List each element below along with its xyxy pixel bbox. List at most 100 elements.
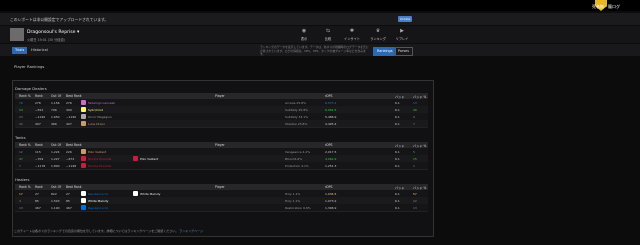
rdps-value: 6,062.5 (325, 108, 337, 112)
band-value: 6.1 (395, 108, 400, 112)
rdps-value: 5,486.9 (325, 115, 337, 119)
col-best-rank[interactable]: Best Rank (66, 185, 82, 189)
col-rank-pct[interactable]: Rank % (19, 94, 31, 98)
col-player[interactable]: Player (215, 94, 225, 98)
spec-share: Vengeance 4.2% (285, 150, 311, 154)
nav-rankings[interactable]: ♛ ランキング (366, 29, 390, 42)
col-rank: ~1190 (35, 115, 46, 119)
parses-button[interactable]: Parses (394, 47, 413, 56)
player-name[interactable]: Revulance mi (88, 192, 108, 196)
class-icon (133, 191, 138, 196)
table-row[interactable]: 13 467 1,190 467 Revulance mi Restoration 6.6… (15, 204, 428, 212)
player-name[interactable]: Orcor Magagion (88, 115, 112, 119)
rdps-value: 6,573.1 (325, 101, 337, 105)
nav-replay[interactable]: ▶ リプレイ (390, 28, 414, 42)
col-best-rank[interactable]: Best Rank (66, 94, 82, 98)
band-value: 6.1 (395, 199, 400, 203)
col-rank-pct[interactable]: Rank % (19, 185, 31, 189)
spec-share: Protection 4.1% (285, 164, 309, 168)
nav-compare[interactable]: ⇆ 比較 (316, 28, 340, 42)
rankings-page-link[interactable]: ランキングページ (179, 229, 203, 233)
col-rdps[interactable]: rDPS (325, 185, 332, 189)
class-icon (81, 205, 86, 210)
nav-view[interactable]: ◉ 表示 (292, 29, 316, 42)
col-rank[interactable]: Rank (35, 143, 43, 147)
rdps-value: 1,396.9 (325, 206, 337, 210)
col-best-rank: ~672 (66, 157, 75, 161)
secondary-player-name[interactable]: White Melody (140, 192, 160, 196)
col-out-of: 796 (51, 108, 57, 112)
col-out-of: 1,190 (51, 206, 60, 210)
rankings-disclaimer: ランキングのデータを表示しています。データは、各ボスの戦闘時のログデータを元に計… (260, 45, 369, 57)
col-out-of[interactable]: Out Of (51, 185, 61, 189)
col-best-rank: ~1190 (66, 115, 77, 119)
player-name[interactable]: Tundra Pirander (88, 157, 112, 161)
unhide-button[interactable]: Unhide (398, 16, 412, 22)
col-out-of[interactable]: Out Of (51, 143, 61, 147)
player-name[interactable]: Sylic/Crist (88, 108, 103, 112)
col-out-of: 466 (51, 122, 57, 126)
class-icon (81, 121, 86, 126)
player-name[interactable]: Lune Draco (88, 122, 105, 126)
col-player[interactable]: Player (215, 143, 225, 147)
lightbulb-icon: ✱ (349, 28, 355, 34)
rdps-value: 2,017.5 (325, 150, 337, 154)
col-out-of: 1,503 (51, 199, 60, 203)
player-name[interactable]: White Melody (88, 199, 108, 203)
player-name[interactable]: Revulance mi (88, 206, 108, 210)
section-title: Healers (15, 177, 30, 182)
rdps-value: 4,062.9 (325, 157, 337, 161)
col-rank-pct: 23 (19, 115, 23, 119)
user-menu[interactable]: 死者無・龍ログ (592, 4, 620, 10)
col-out-of: 822 (51, 192, 57, 196)
top-bar: 死者無・龍ログ (0, 0, 640, 11)
col-rdps[interactable]: rDPS (325, 94, 332, 98)
col-rdps[interactable]: rDPS (325, 143, 332, 147)
col-rank-pct: 54 (19, 108, 23, 112)
secondary-player-name[interactable]: Polo Vaillant (140, 157, 158, 161)
player-name[interactable]: Tadamgo Lanceali (88, 101, 115, 105)
rdps-value: 1,034.5 (325, 192, 337, 196)
col-out-of: 1,227 (51, 157, 60, 161)
col-best-rank[interactable]: Best Rank (66, 143, 82, 147)
spec-share: Restoration 6.6% (285, 206, 311, 210)
col-rank: 467 (35, 206, 41, 210)
tab-trials[interactable]: Trials (12, 47, 28, 54)
col-best-rank: 85 (66, 199, 70, 203)
col-rank[interactable]: Rank (35, 185, 43, 189)
col-rank[interactable]: Rank (35, 94, 43, 98)
nav-insights[interactable]: ✱ インサイト (340, 28, 364, 42)
metric-subtabs: Damage (DPS)Damage (rDPS)Damage (aDPS)He… (12, 71, 233, 90)
tab-historical[interactable]: Historical (28, 47, 51, 54)
col-rank: ~709 (35, 157, 44, 161)
col-best-rank: 309 (66, 108, 72, 112)
band-pct-value: 13 (413, 206, 417, 210)
col-out-of: 1,156 (51, 101, 60, 105)
col-out-of[interactable]: Out Of (51, 94, 61, 98)
col-player[interactable]: Player (215, 185, 225, 189)
col-rank-pct: 7 (19, 164, 21, 168)
col-rank-pct[interactable]: Rank % (19, 143, 31, 147)
report-title[interactable]: Dragonsoul's Reprise ▾ (27, 30, 79, 35)
zone-avatar (10, 28, 24, 41)
col-best-rank: 27 (66, 192, 70, 196)
col-rank: ~552 (35, 108, 44, 112)
play-icon: ▶ (400, 28, 404, 34)
band-value: 6.1 (395, 164, 400, 168)
col-rank-pct: 4 (19, 199, 21, 203)
player-name[interactable]: Tundra Pirander (88, 164, 112, 168)
compare-icon: ⇆ (325, 28, 331, 34)
class-icon (133, 156, 138, 161)
col-best-rank: 467 (66, 206, 72, 210)
band-value: 6.1 (395, 206, 400, 210)
section-title: Damage Dealers (15, 86, 47, 91)
band-value: 6.1 (395, 115, 400, 119)
col-out-of: 1,224 (51, 150, 60, 154)
player-name[interactable]: Polo Vaillant (88, 150, 106, 154)
rankings-panel: Damage Dealers Rank % Rank Out Of Best Rank P… (12, 80, 434, 237)
spec-share: Subtlety 25.8% (285, 108, 309, 112)
col-rank: 27 (35, 192, 39, 196)
table-row[interactable]: 7 ~1178 1,890 ~1198 Tundra Pirander Protectio… (15, 162, 428, 170)
table-row[interactable]: 32 407 466 407 Lune Draco Shadow 25.8% 4,495.4… (15, 120, 428, 128)
rankings-button[interactable]: Rankings (373, 47, 397, 56)
